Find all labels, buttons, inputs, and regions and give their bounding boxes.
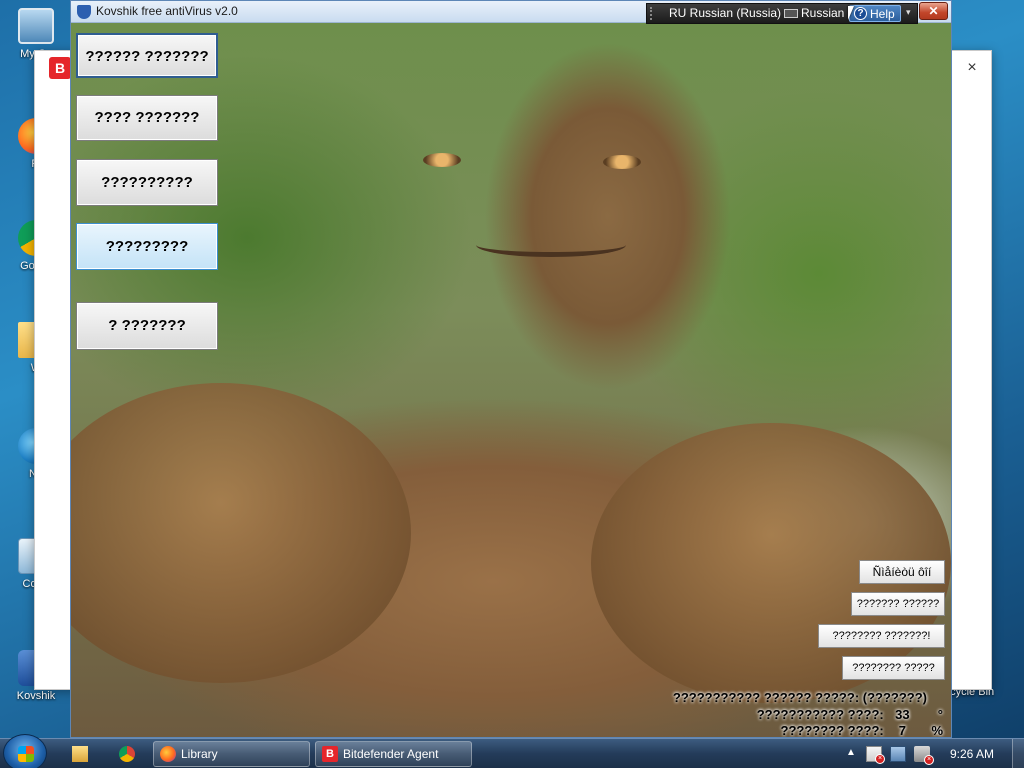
menu-button-4[interactable]: ?????????: [76, 223, 218, 270]
menu-button-3[interactable]: ??????????: [76, 159, 218, 206]
status-text: ??????????? ????:: [756, 707, 884, 722]
task-label: Bitdefender Agent: [343, 747, 439, 761]
windows-logo-icon: [18, 746, 34, 762]
language-bar: RU Russian (Russia) Russian ? Help ▾: [646, 3, 918, 24]
status-unit: %: [931, 723, 943, 738]
status-text: ???????? ????:: [780, 723, 884, 738]
chrome-icon: [119, 746, 135, 762]
help-label: Help: [870, 7, 895, 21]
kovshik-app-icon: [77, 5, 91, 19]
status-value: 33: [895, 707, 910, 722]
taskbar-task-library[interactable]: Library: [153, 741, 310, 767]
alert-badge-icon: ×: [924, 755, 934, 765]
close-button[interactable]: ✕: [919, 2, 948, 20]
menu-button-1[interactable]: ?????? ???????: [76, 33, 218, 78]
window-title: Kovshik free antiVirus v2.0: [96, 4, 238, 18]
taskbar: Library B Bitdefender Agent ▲ × × 9:26 A…: [0, 734, 1024, 768]
tree-arm-left: [71, 383, 411, 683]
system-clock[interactable]: 9:26 AM: [950, 747, 994, 761]
desktop-icon-label: Kovshik: [16, 690, 56, 702]
keyboard-layout-label[interactable]: Russian: [801, 6, 844, 20]
bitdefender-close-button[interactable]: ×: [961, 57, 983, 79]
alert-badge-icon: ×: [875, 754, 885, 764]
volume-icon[interactable]: ×: [914, 746, 934, 765]
keyboard-icon[interactable]: [784, 9, 798, 18]
tree-eye-left: [423, 153, 461, 167]
status-value: 7: [898, 723, 906, 738]
status-unit: °: [937, 707, 943, 722]
chevron-down-icon[interactable]: ▾: [906, 7, 911, 18]
show-hidden-icons-button[interactable]: ▲: [846, 747, 856, 758]
bitdefender-logo-icon: B: [49, 57, 71, 79]
action-center-flag-icon[interactable]: ×: [866, 746, 885, 764]
network-icon[interactable]: [890, 746, 906, 762]
status-line-load: ???????? ????: 7 %: [780, 723, 943, 738]
start-button[interactable]: [3, 734, 47, 768]
show-desktop-button[interactable]: [1012, 739, 1024, 768]
side-button-2[interactable]: ??????? ??????: [851, 592, 945, 616]
taskbar-task-bitdefender[interactable]: B Bitdefender Agent: [315, 741, 472, 767]
mouse-cursor-icon: [848, 6, 860, 20]
task-label: Library: [181, 747, 218, 761]
tree-eye-right: [603, 155, 641, 169]
firefox-icon: [160, 746, 176, 762]
status-line-temperature: ??????????? ????: 33 °: [757, 707, 943, 722]
change-background-button[interactable]: Ñìåíèòü ôîí: [859, 560, 945, 584]
tree-mouth: [476, 233, 626, 257]
side-button-4[interactable]: ???????? ?????: [842, 656, 945, 680]
status-line-1: ??????????? ?????? ?????: (???????): [673, 690, 927, 705]
bitdefender-icon: B: [322, 746, 338, 762]
kovshik-window: Kovshik free antiVirus v2.0 ?????? ?????…: [70, 0, 952, 738]
status-text: ??????????? ?????? ?????: (???????): [672, 690, 927, 705]
menu-button-2[interactable]: ???? ???????: [76, 95, 218, 141]
side-button-3[interactable]: ???????? ???????!: [818, 624, 945, 648]
input-language-selector[interactable]: RU Russian (Russia): [669, 6, 781, 20]
taskbar-pin-explorer[interactable]: [60, 741, 100, 767]
menu-button-5[interactable]: ? ???????: [76, 302, 218, 350]
folder-icon: [72, 746, 88, 762]
computer-icon: [18, 8, 54, 44]
taskbar-pin-chrome[interactable]: [107, 741, 147, 767]
grip-handle-icon[interactable]: [650, 7, 654, 20]
